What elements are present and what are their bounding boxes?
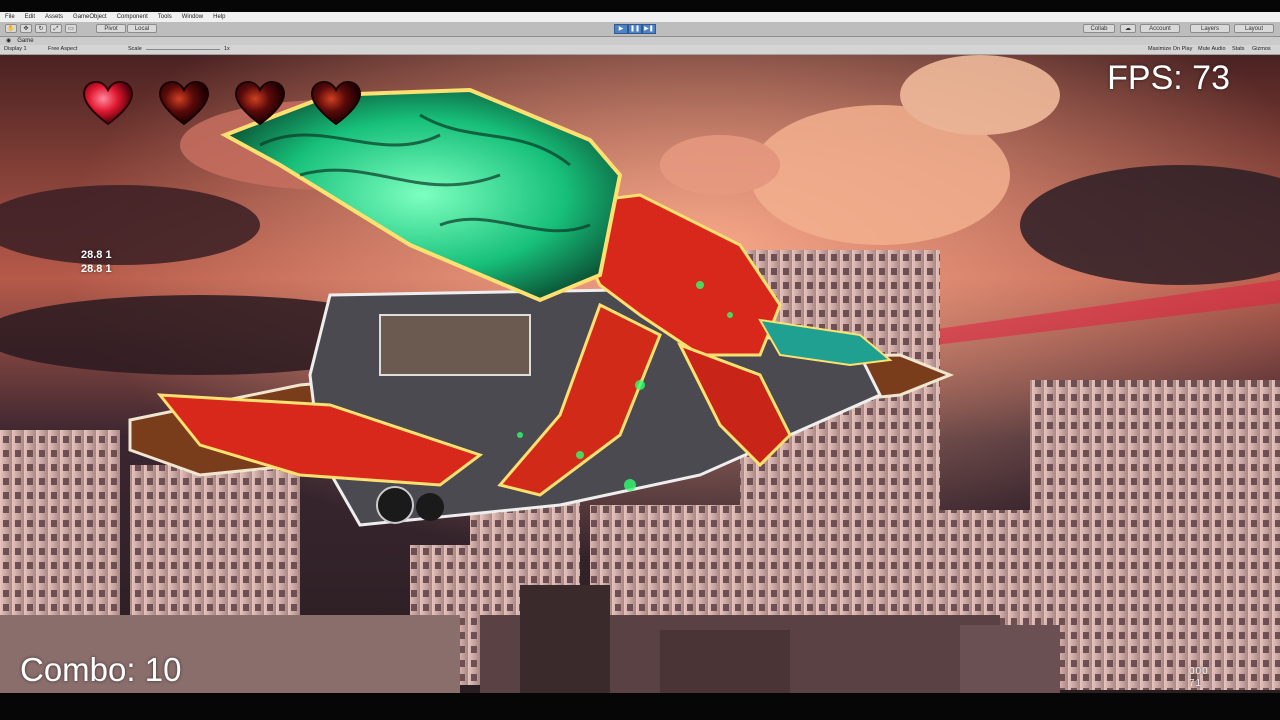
scale-label: Scale — [128, 46, 142, 52]
layers-dropdown[interactable]: Layers — [1190, 24, 1230, 33]
debug-readout: 28.8 1 28.8 1 — [81, 248, 112, 276]
menu-gameobject[interactable]: GameObject — [68, 14, 112, 20]
menu-window[interactable]: Window — [177, 14, 208, 20]
pivot-toggle[interactable]: Pivot — [96, 24, 126, 33]
menu-edit[interactable]: Edit — [20, 14, 40, 20]
game-view-options: Display 1 Free Aspect Scale 1x Maximize … — [0, 45, 1280, 55]
game-scene — [0, 55, 1280, 693]
menu-tools[interactable]: Tools — [153, 14, 177, 20]
collab-button[interactable]: Collab — [1083, 24, 1115, 33]
mute-audio-toggle[interactable]: Mute Audio — [1198, 45, 1226, 54]
menu-component[interactable]: Component — [112, 14, 153, 20]
rect-tool-button[interactable]: ▭ — [65, 24, 77, 33]
hand-tool-button[interactable]: ✋ — [5, 24, 17, 33]
aspect-dropdown[interactable]: Free Aspect — [48, 45, 77, 54]
menu-assets[interactable]: Assets — [40, 14, 68, 20]
play-button[interactable]: ▶ — [614, 24, 628, 34]
game-viewport[interactable]: FPS: 73 28.8 1 28.8 1 Combo: 10 000 71 — [0, 55, 1280, 693]
step-button[interactable]: ▶❚ — [642, 24, 656, 34]
scale-value: 1x — [224, 46, 230, 52]
scale-slider[interactable] — [146, 49, 220, 50]
maximize-on-play-toggle[interactable]: Maximize On Play — [1148, 45, 1192, 54]
game-tab-icon: ◉ — [6, 38, 12, 44]
debug-line: 28.8 1 — [81, 249, 112, 261]
debug-line: 28.8 1 — [81, 263, 112, 275]
account-dropdown[interactable]: Account — [1140, 24, 1180, 33]
letterbox-top — [0, 0, 1280, 12]
pause-button[interactable]: ❚❚ — [628, 24, 642, 34]
menu-help[interactable]: Help — [208, 14, 230, 20]
gizmos-dropdown[interactable]: Gizmos — [1252, 45, 1271, 54]
move-tool-button[interactable]: ✥ — [20, 24, 32, 33]
scale-tool-button[interactable]: ⤢ — [50, 24, 62, 33]
game-view-tab[interactable]: ◉ Game — [0, 37, 1280, 45]
cloud-icon[interactable]: ☁ — [1120, 24, 1136, 33]
layout-dropdown[interactable]: Layout — [1234, 24, 1274, 33]
score-counter: 000 71 — [1189, 666, 1209, 690]
combo-counter: Combo: 10 — [20, 651, 182, 688]
counter-line: 000 — [1189, 666, 1209, 677]
play-controls: ▶ ❚❚ ▶❚ — [614, 24, 656, 34]
rotate-tool-button[interactable]: ↻ — [35, 24, 47, 33]
display-dropdown[interactable]: Display 1 — [4, 45, 27, 54]
menu-file[interactable]: File — [0, 14, 20, 20]
editor-menu-bar: File Edit Assets GameObject Component To… — [0, 12, 1280, 22]
editor-toolbar: ✋ ✥ ↻ ⤢ ▭ Pivot Local ▶ ❚❚ ▶❚ Collab ☁ A… — [0, 22, 1280, 37]
fps-counter: FPS: 73 — [1107, 59, 1230, 97]
local-toggle[interactable]: Local — [127, 24, 157, 33]
stats-toggle[interactable]: Stats — [1232, 45, 1245, 54]
counter-line: 71 — [1189, 678, 1203, 689]
letterbox-bottom — [0, 693, 1280, 720]
game-tab-title: Game — [17, 38, 34, 44]
